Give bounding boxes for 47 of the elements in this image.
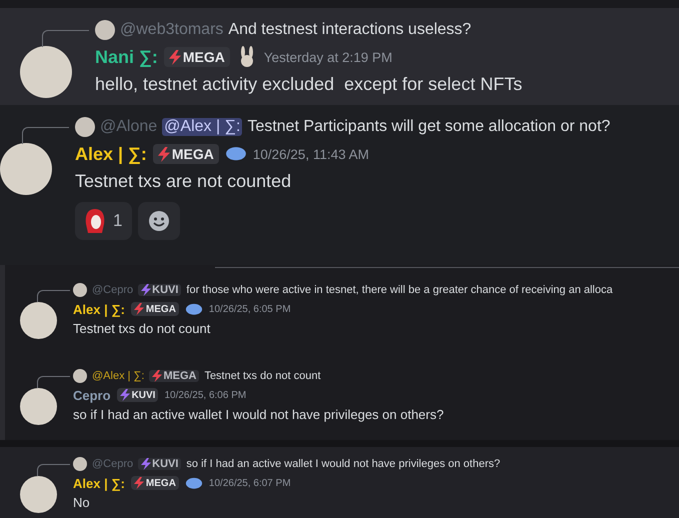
badge-label: KUVI	[132, 390, 156, 400]
author-name[interactable]: Alex | ∑:	[75, 144, 147, 164]
reply-connector	[37, 464, 70, 476]
avatar[interactable]	[20, 476, 57, 513]
avatar	[95, 20, 115, 40]
timestamp: 10/26/25, 6:07 PM	[208, 478, 291, 488]
tag-label: KUVI	[152, 284, 178, 296]
badge-label: MEGA	[146, 478, 176, 488]
message-text: No	[73, 495, 91, 510]
reply-text: Testnet txs do not count	[204, 370, 321, 382]
message-text: Testnet txs do not count	[73, 321, 212, 336]
timestamp: 10/26/25, 11:43 AM	[252, 146, 369, 162]
mention[interactable]: @Alex | ∑:	[162, 118, 242, 136]
avatar[interactable]	[20, 302, 57, 339]
tag-label: MEGA	[163, 370, 196, 382]
reply-text: for those who were active in tesnet, there will be a greater chance of receiving an alloca	[186, 284, 613, 296]
badge-label: MEGA	[146, 304, 176, 314]
message-text: Testnet txs are not counted	[75, 171, 292, 192]
author-name[interactable]: Cepro	[73, 388, 111, 402]
smiley-icon	[148, 210, 170, 232]
add-reaction-button[interactable]	[138, 202, 180, 240]
avatar	[73, 369, 87, 383]
reply-author[interactable]: @Alex | ∑:	[92, 370, 144, 382]
reply-text: And testnest interactions useless?	[228, 21, 472, 39]
reply-connector	[37, 290, 70, 302]
avatar[interactable]	[20, 388, 57, 425]
avatar	[73, 283, 87, 297]
author-name[interactable]: Alex | ∑:	[73, 476, 125, 490]
reaction-button[interactable]: 1	[75, 202, 132, 240]
badge-label: MEGA	[182, 49, 225, 65]
avatar[interactable]	[20, 46, 72, 98]
reply-text: Testnet Participants will get some allocation or not?	[247, 118, 610, 136]
badge-label: MEGA	[172, 146, 214, 162]
timestamp: 10/26/25, 6:05 PM	[208, 304, 291, 314]
tag-label: KUVI	[152, 458, 178, 470]
avatar	[75, 117, 95, 137]
avatar[interactable]	[0, 143, 52, 195]
reply-connector	[37, 376, 70, 388]
reply-text: so if I had an active wallet I would not have privileges on others?	[186, 458, 500, 470]
message-text: hello, testnet activity excluded except for select NFTs	[95, 74, 522, 95]
author-name[interactable]: Nani ∑:	[95, 46, 158, 68]
timestamp: Yesterday at 2:19 PM	[264, 50, 392, 64]
author-name[interactable]: Alex | ∑:	[73, 302, 125, 316]
avatar-emoji-icon	[85, 208, 105, 234]
message-text: so if I had an active wallet I would not have privileges on others?	[73, 407, 444, 422]
avatar	[73, 457, 87, 471]
timestamp: 10/26/25, 6:06 PM	[164, 390, 246, 400]
